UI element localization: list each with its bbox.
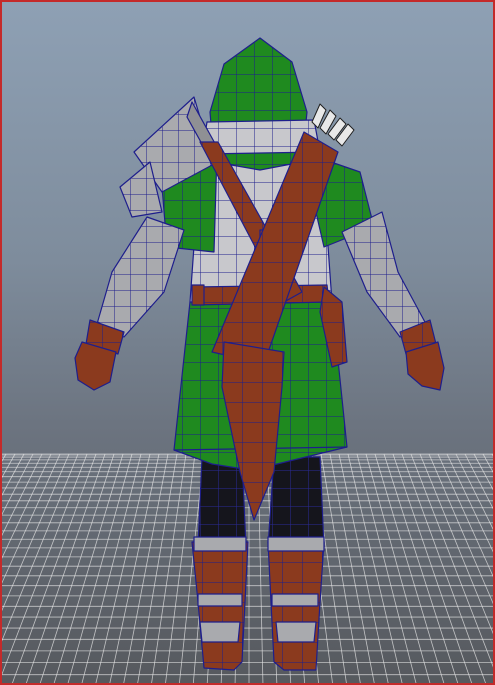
viewport-scene[interactable] xyxy=(2,2,495,685)
maya-viewport[interactable] xyxy=(0,0,495,685)
character-model[interactable] xyxy=(74,37,445,671)
